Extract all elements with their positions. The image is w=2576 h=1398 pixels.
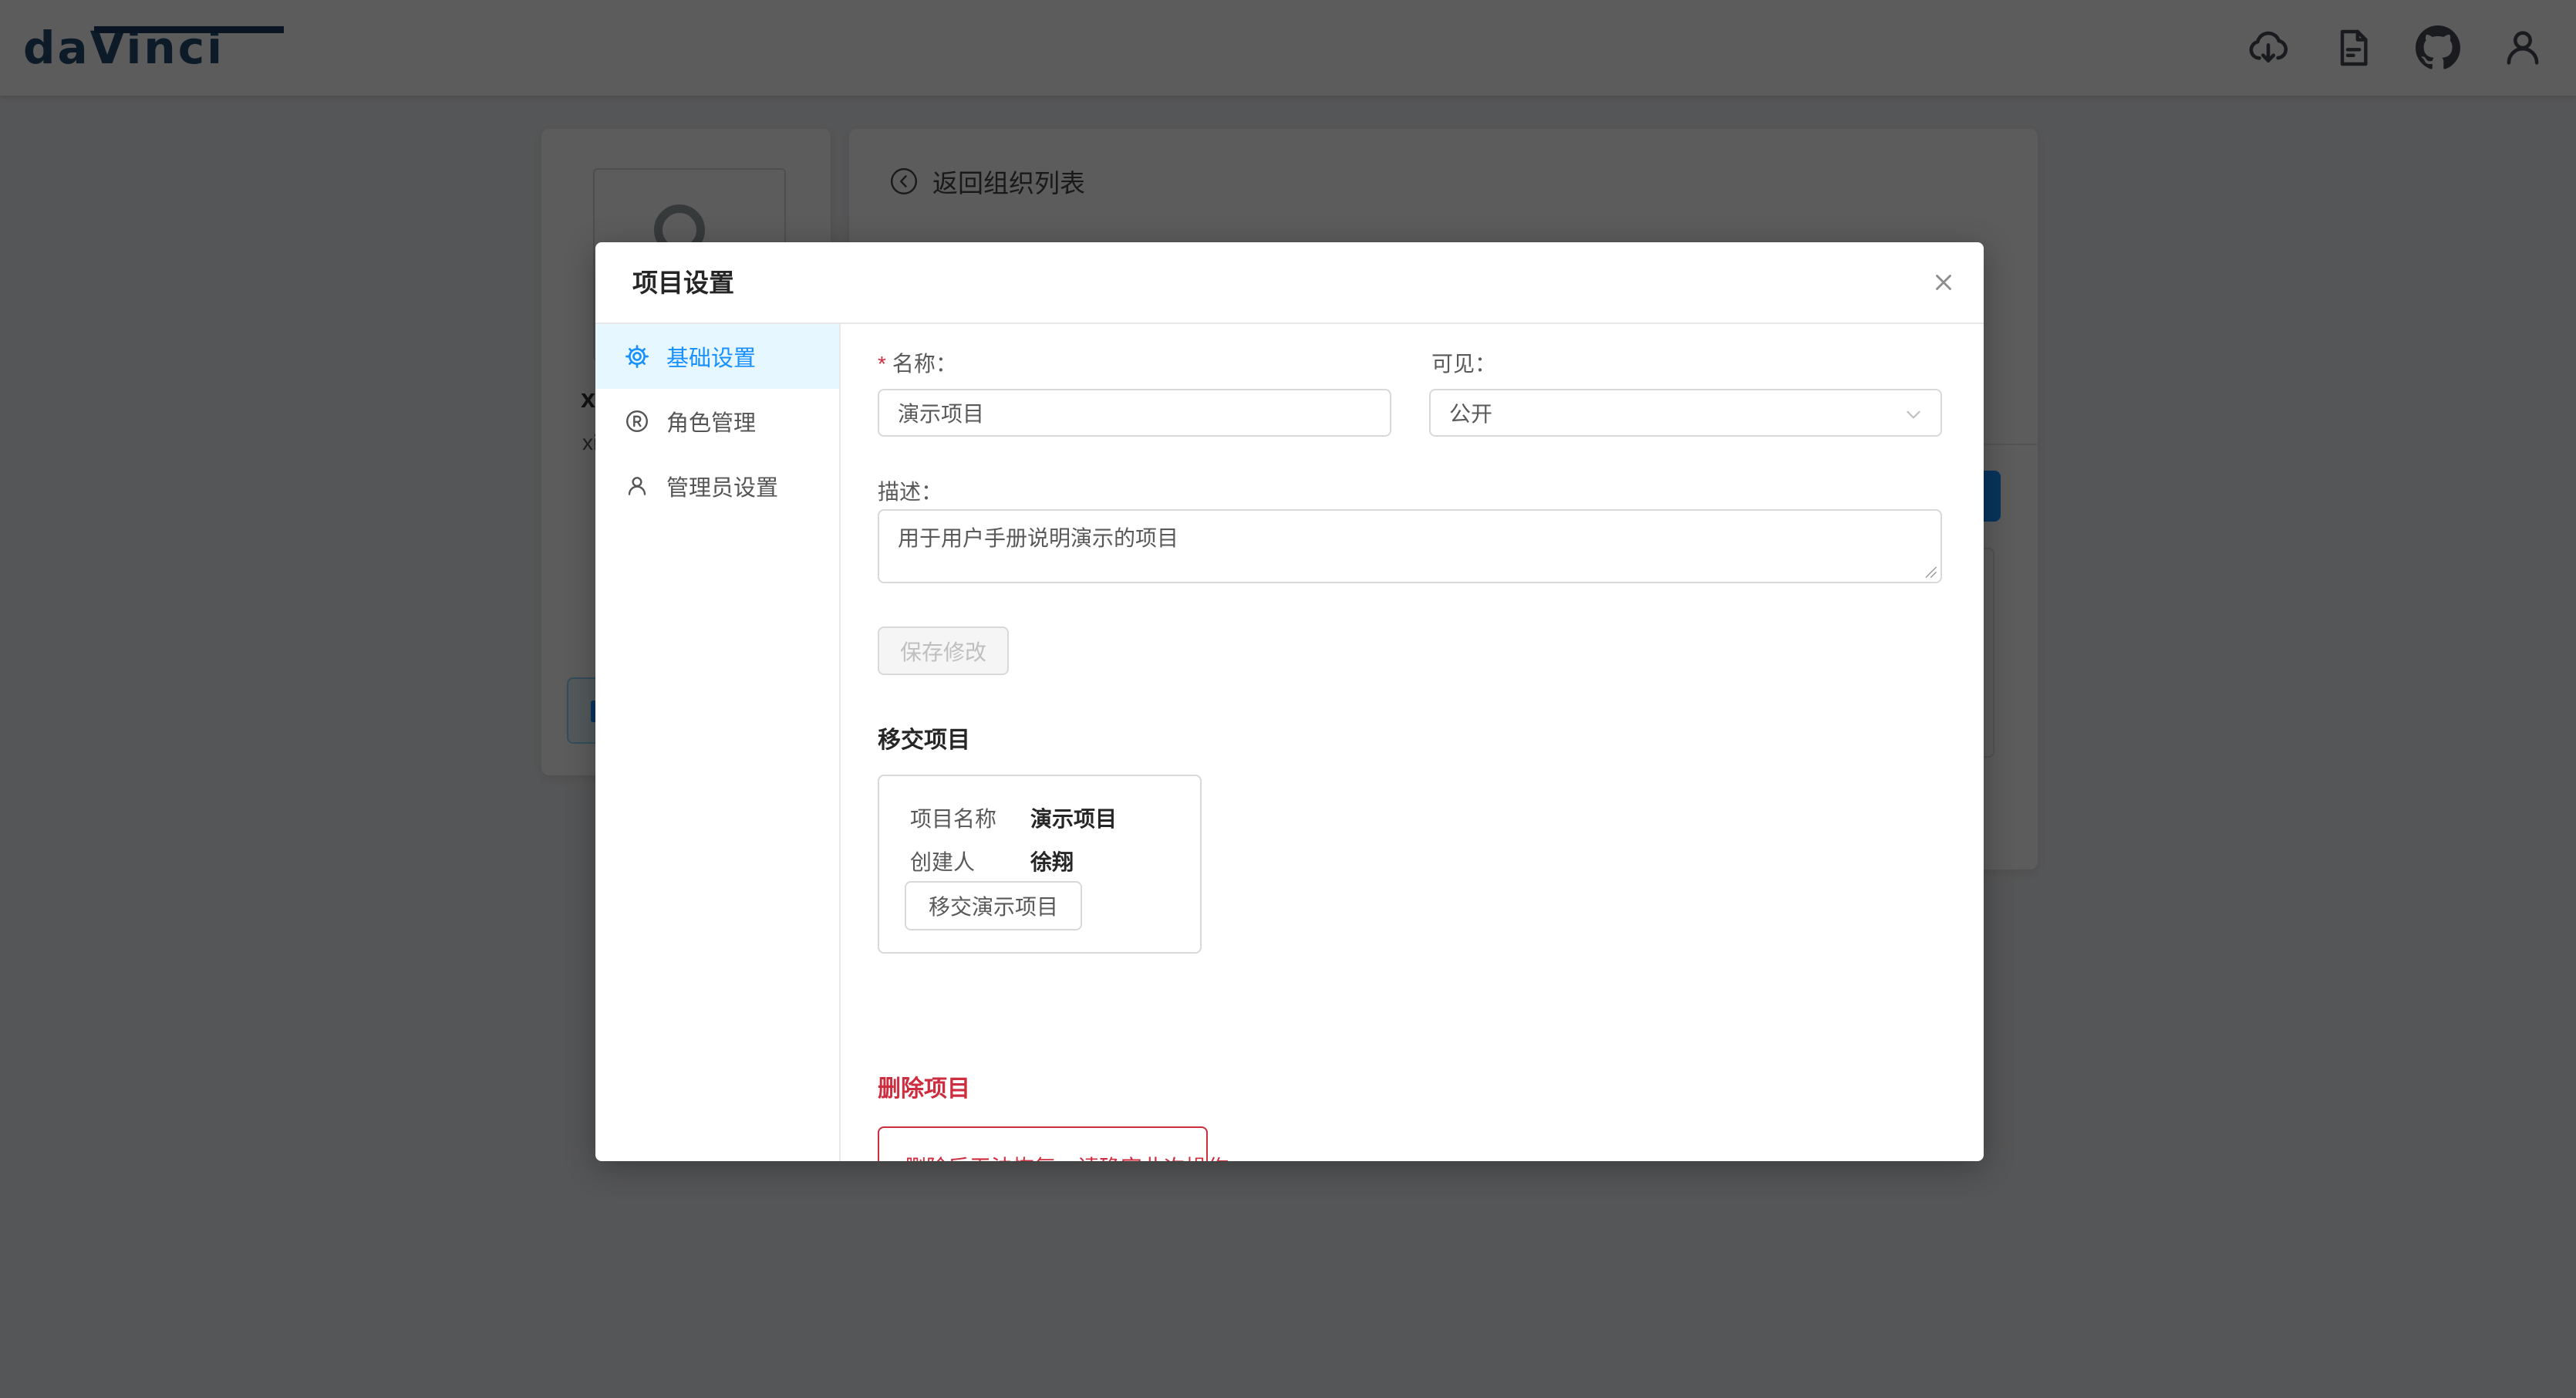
close-icon[interactable] xyxy=(1916,255,1971,310)
row-value: 演示项目 xyxy=(1030,802,1117,833)
gear-icon xyxy=(625,344,649,369)
sidebar-item-basic-settings[interactable]: 基础设置 xyxy=(595,324,839,389)
chevron-down-icon xyxy=(1903,404,1924,430)
row-value: 徐翔 xyxy=(1030,846,1074,876)
row-label: 项目名称 xyxy=(910,802,1030,833)
delete-warning-text: 删除后无法恢复，请确定此次操作 xyxy=(905,1151,1229,1161)
sidebar-item-admin-settings[interactable]: 管理员设置 xyxy=(595,454,839,518)
transfer-project-heading: 移交项目 xyxy=(878,721,970,755)
sidebar-item-role-management[interactable]: 角色管理 xyxy=(595,389,839,454)
modal-title: 项目设置 xyxy=(632,242,734,324)
project-name-input[interactable] xyxy=(878,389,1391,437)
name-label: *名称： xyxy=(878,347,957,378)
transfer-row-project-name: 项目名称 演示项目 xyxy=(910,802,1117,833)
sidebar-item-label: 管理员设置 xyxy=(666,470,778,502)
transfer-project-button[interactable]: 移交演示项目 xyxy=(905,881,1082,930)
delete-project-heading: 删除项目 xyxy=(878,1069,970,1103)
required-mark: * xyxy=(878,352,886,376)
settings-content: *名称： 可见： 公开 描述： 用于用户手册说明演示的项目 xyxy=(841,324,1984,1161)
trademark-icon xyxy=(625,409,649,434)
transfer-row-creator: 创建人 徐翔 xyxy=(910,846,1074,876)
transfer-project-panel: 项目名称 演示项目 创建人 徐翔 移交演示项目 xyxy=(878,775,1202,954)
visibility-select[interactable]: 公开 xyxy=(1429,389,1942,437)
row-label: 创建人 xyxy=(910,846,1030,876)
project-settings-modal: 项目设置 基础设置 xyxy=(595,242,1984,1161)
settings-sidebar: 基础设置 角色管理 管 xyxy=(595,324,841,1161)
description-label: 描述： xyxy=(878,475,942,506)
description-textarea[interactable]: 用于用户手册说明演示的项目 xyxy=(878,509,1942,583)
visibility-selected-value: 公开 xyxy=(1449,397,1492,428)
sidebar-item-label: 角色管理 xyxy=(666,405,756,437)
save-changes-button[interactable]: 保存修改 xyxy=(878,626,1009,675)
visibility-label: 可见： xyxy=(1431,347,1496,378)
modal-body: 基础设置 角色管理 管 xyxy=(595,324,1984,1161)
modal-header: 项目设置 xyxy=(595,242,1984,324)
delete-project-panel: 删除后无法恢复，请确定此次操作 删除演示项目 xyxy=(878,1126,1208,1161)
sidebar-item-label: 基础设置 xyxy=(666,340,756,373)
user-icon xyxy=(625,474,649,498)
